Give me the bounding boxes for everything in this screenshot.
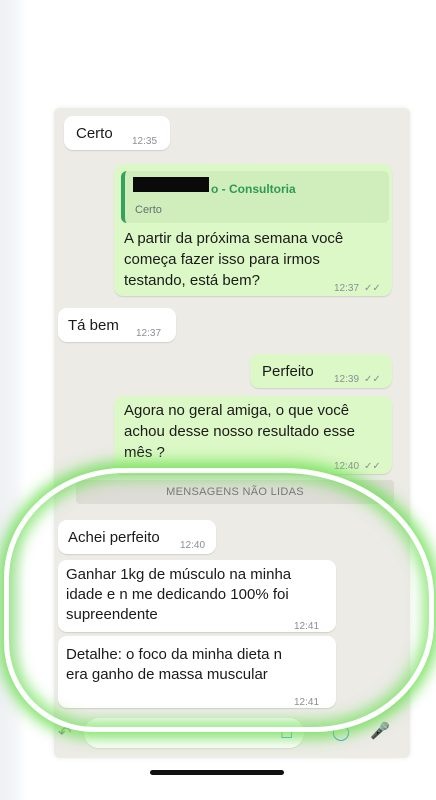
message-incoming[interactable]: Tá bem 12:37	[58, 308, 176, 342]
emoji-icon[interactable]: ↶	[58, 726, 71, 742]
message-outgoing[interactable]: Perfeito 12:39 ✓✓	[250, 354, 392, 388]
message-text: Achei perfeito	[68, 529, 160, 546]
message-line: Agora no geral amiga, o que você	[124, 402, 350, 419]
unread-messages-banner: MENSAGENS NÃO LIDAS	[76, 480, 394, 504]
home-indicator[interactable]	[150, 770, 284, 775]
message-time: 12:40	[334, 461, 360, 472]
message-line: supreendente	[66, 606, 158, 623]
message-text: Tá bem	[68, 317, 119, 334]
page-edge	[0, 0, 26, 800]
message-time: 12:41	[294, 697, 320, 708]
message-incoming[interactable]: Ganhar 1kg de músculo na minha idade e n…	[58, 560, 336, 632]
message-line: era ganho de massa muscular	[66, 666, 268, 683]
message-time: 12:37	[136, 328, 162, 339]
message-line: começa fazer isso para irmos	[124, 251, 320, 268]
chat-area[interactable]: Certo 12:35 o - Consultoria Certo A part…	[54, 108, 410, 758]
message-outgoing[interactable]: Agora no geral amiga, o que você achou d…	[114, 396, 392, 474]
message-incoming[interactable]: Certo 12:35	[64, 116, 170, 150]
message-text: Certo	[76, 125, 113, 142]
message-text: Perfeito	[262, 363, 314, 380]
message-line: testando, está bem?	[124, 272, 260, 289]
message-time: 12:37	[334, 283, 360, 294]
read-receipt-icon: ✓✓	[364, 283, 381, 294]
message-line: achou desse nosso resultado esse	[124, 423, 355, 440]
camera-icon[interactable]: ◯	[332, 725, 350, 741]
read-receipt-icon: ✓✓	[364, 461, 381, 472]
message-incoming[interactable]: Detalhe: o foco da minha dieta n era gan…	[58, 636, 336, 708]
message-line: idade e n me dedicando 100% foi	[66, 586, 289, 603]
message-incoming[interactable]: Achei perfeito 12:40	[58, 520, 216, 554]
message-line: Detalhe: o foco da minha dieta n	[66, 646, 282, 663]
message-time: 12:41	[294, 621, 320, 632]
message-time: 12:40	[180, 540, 206, 551]
message-time: 12:39	[334, 374, 360, 385]
quoted-sender: o - Consultoria	[211, 182, 296, 196]
read-receipt-icon: ✓✓	[364, 374, 381, 385]
message-input[interactable]	[84, 718, 304, 748]
microphone-icon[interactable]: 🎤	[370, 724, 390, 740]
message-time: 12:35	[132, 136, 158, 147]
redaction-bar	[133, 177, 209, 192]
quoted-text: Certo	[135, 204, 162, 216]
message-outgoing[interactable]: o - Consultoria Certo A partir da próxim…	[114, 164, 392, 296]
quoted-message[interactable]: o - Consultoria Certo	[121, 171, 389, 223]
message-line: A partir da próxima semana você	[124, 230, 344, 247]
message-line: Ganhar 1kg de músculo na minha	[66, 566, 292, 583]
sticker-icon[interactable]: ◻	[280, 725, 293, 741]
message-line: mês ?	[124, 444, 165, 461]
